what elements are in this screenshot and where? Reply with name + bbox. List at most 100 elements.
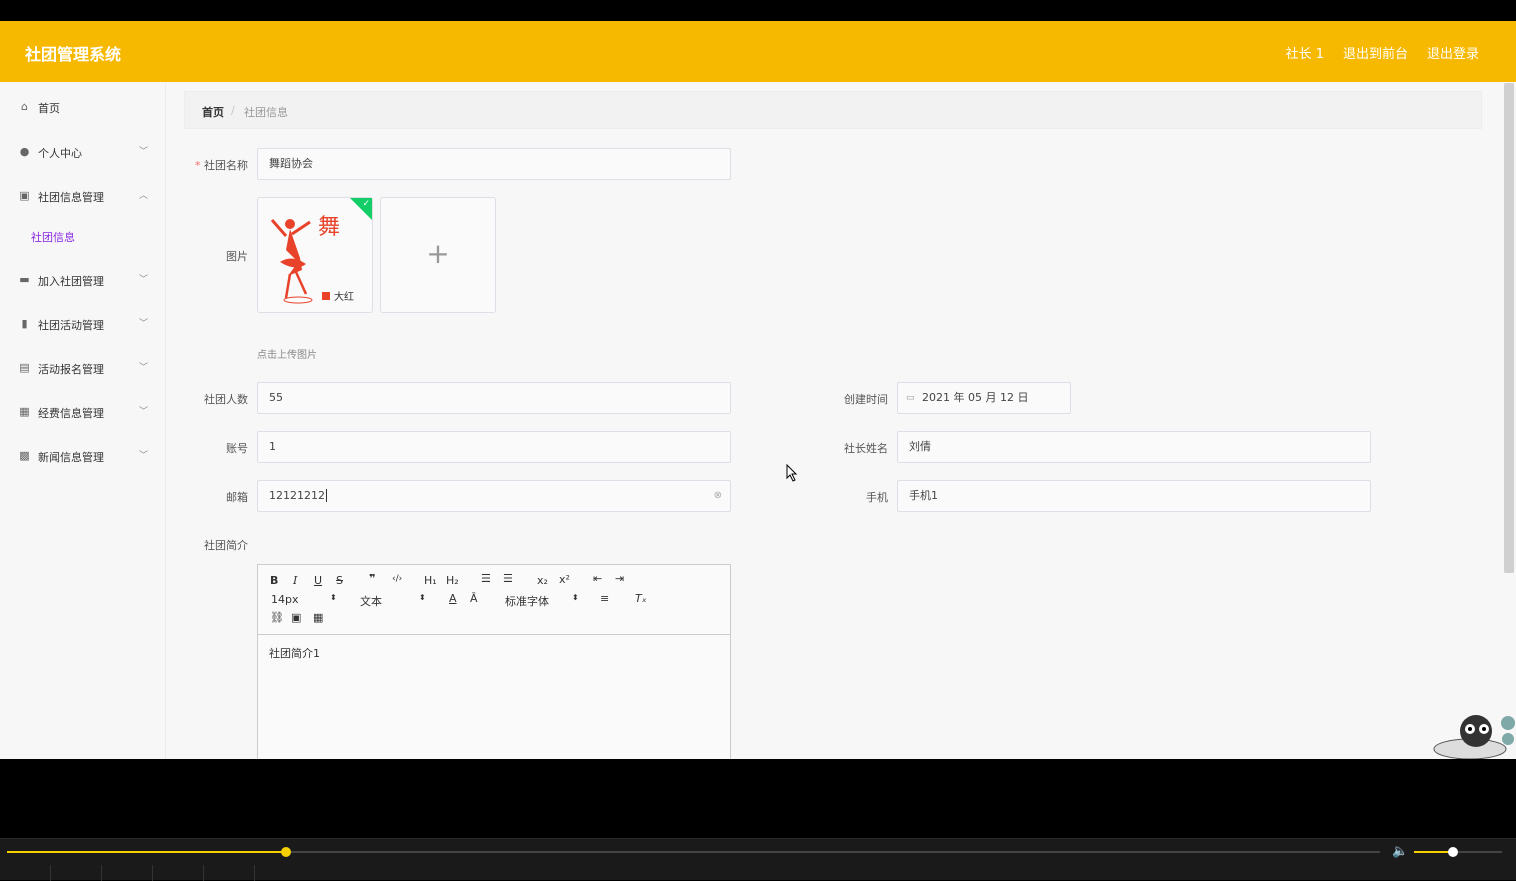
mascot-image bbox=[1433, 715, 1515, 759]
sidebar-item-news[interactable]: ▩ 新闻信息管理 ﹀ bbox=[0, 441, 166, 471]
monitor-icon: ▬ bbox=[19, 273, 30, 286]
bold-icon[interactable]: B bbox=[270, 574, 278, 587]
upload-add-button[interactable]: + bbox=[380, 197, 496, 313]
sidebar-item-label: 首页 bbox=[38, 102, 60, 115]
chevron-down-icon: ﹀ bbox=[139, 451, 149, 461]
h1-icon[interactable]: H₁ bbox=[424, 574, 437, 587]
background-color-icon[interactable]: Ā bbox=[470, 592, 478, 605]
align-icon[interactable]: ≡ bbox=[600, 592, 609, 605]
chevron-down-icon: ﹀ bbox=[139, 275, 149, 285]
created-label: 创建时间 bbox=[844, 393, 888, 406]
phone-input[interactable]: 手机1 bbox=[897, 480, 1371, 512]
seek-progress bbox=[7, 851, 286, 853]
leader-input[interactable]: 刘倩 bbox=[897, 431, 1371, 463]
indent-icon[interactable]: ⇥ bbox=[615, 572, 624, 585]
email-input[interactable]: 12121212 ⊗ bbox=[257, 480, 731, 512]
h2-icon[interactable]: H₂ bbox=[446, 574, 459, 587]
video-icon[interactable]: ▦ bbox=[313, 611, 323, 624]
chevron-updown-icon: ⬍ bbox=[572, 593, 579, 602]
chevron-updown-icon: ⬍ bbox=[419, 593, 426, 602]
members-input[interactable]: 55 bbox=[257, 382, 731, 414]
logout-link[interactable]: 退出登录 bbox=[1427, 43, 1479, 62]
chevron-up-icon: ︿ bbox=[139, 191, 149, 201]
italic-icon[interactable]: I bbox=[293, 574, 297, 587]
control-slot[interactable] bbox=[153, 865, 204, 881]
breadcrumb: 首页 / 社团信息 bbox=[184, 91, 1482, 129]
control-slot[interactable] bbox=[0, 865, 51, 881]
chevron-down-icon: ﹀ bbox=[139, 407, 149, 417]
chevron-down-icon: ﹀ bbox=[139, 147, 149, 157]
font-size-select[interactable]: 14px bbox=[271, 593, 299, 606]
clear-format-icon[interactable]: Tₓ bbox=[635, 592, 647, 605]
sidebar-item-profile[interactable]: ● 个人中心 ﹀ bbox=[0, 137, 166, 167]
breadcrumb-current: 社团信息 bbox=[244, 106, 288, 119]
chevron-down-icon: ﹀ bbox=[139, 363, 149, 373]
grid-icon: ▩ bbox=[19, 449, 30, 462]
strike-icon[interactable]: S bbox=[336, 574, 343, 587]
volume-slider[interactable] bbox=[1414, 847, 1502, 857]
editor-content[interactable]: 社团简介1 bbox=[269, 645, 320, 661]
sidebar-item-activity[interactable]: ▮ 社团活动管理 ﹀ bbox=[0, 309, 166, 339]
calendar-icon: ▭ bbox=[906, 393, 915, 403]
mouse-cursor-icon bbox=[786, 464, 798, 482]
frontend-link[interactable]: 退出到前台 bbox=[1343, 43, 1408, 62]
ordered-list-icon[interactable]: ☰ bbox=[481, 572, 491, 585]
breadcrumb-home[interactable]: 首页 bbox=[202, 104, 224, 120]
breadcrumb-separator: / bbox=[231, 104, 235, 117]
thumb-caption: 大红 bbox=[334, 290, 354, 303]
account-input[interactable]: 1 bbox=[257, 431, 731, 463]
sidebar-item-label: 加入社团管理 bbox=[38, 275, 104, 288]
control-slot[interactable] bbox=[102, 865, 153, 881]
top-bar: 社团管理系统 社长 1 退出到前台 退出登录 bbox=[0, 21, 1516, 82]
user-link[interactable]: 社长 1 bbox=[1286, 43, 1324, 62]
player-controls-row bbox=[0, 865, 1516, 881]
created-date-input[interactable]: ▭ 2021 年 05 月 12 日 bbox=[897, 382, 1071, 414]
phone-label: 手机 bbox=[866, 491, 888, 504]
outdent-icon[interactable]: ⇤ bbox=[593, 572, 602, 585]
clear-icon[interactable]: ⊗ bbox=[714, 481, 722, 511]
thumb-brand-text: 舞 bbox=[318, 215, 340, 240]
account-label: 账号 bbox=[226, 442, 248, 455]
seek-handle[interactable] bbox=[280, 847, 291, 857]
created-date-value: 2021 年 05 月 12 日 bbox=[922, 391, 1029, 404]
club-form: * 社团名称 舞蹈协会 图片 舞 大红 ✓ + 点击上传图片 社团人数 55 创… bbox=[184, 139, 1482, 759]
volume-level bbox=[1414, 851, 1453, 853]
subscript-icon[interactable]: x₂ bbox=[537, 574, 548, 587]
sidebar-item-funding[interactable]: ▦ 经费信息管理 ﹀ bbox=[0, 397, 166, 427]
page-scrollbar[interactable] bbox=[1504, 83, 1514, 573]
bar-chart-icon: ▮ bbox=[21, 317, 28, 330]
sidebar-item-label: 活动报名管理 bbox=[38, 363, 104, 376]
link-icon[interactable]: ⛓ bbox=[270, 611, 284, 624]
image-icon[interactable]: ▣ bbox=[291, 611, 301, 624]
sidebar-item-home[interactable]: ⌂ 首页 bbox=[0, 92, 166, 122]
sidebar-item-label: 新闻信息管理 bbox=[38, 451, 104, 464]
block-type-select[interactable]: 文本 bbox=[360, 593, 382, 609]
sidebar-item-label: 社团信息管理 bbox=[38, 191, 104, 204]
font-family-select[interactable]: 标准字体 bbox=[505, 593, 549, 609]
leader-label: 社长姓名 bbox=[844, 442, 888, 455]
superscript-icon[interactable]: x² bbox=[559, 573, 570, 586]
sidebar-item-signup[interactable]: ▤ 活动报名管理 ﹀ bbox=[0, 353, 166, 383]
bullet-list-icon[interactable]: ☰ bbox=[503, 572, 513, 585]
sidebar-item-club-info[interactable]: ▣ 社团信息管理 ︿ bbox=[0, 181, 166, 211]
image-label: 图片 bbox=[226, 250, 248, 263]
email-value: 12121212 bbox=[269, 489, 325, 502]
control-slot[interactable] bbox=[51, 865, 102, 881]
underline-icon[interactable]: U bbox=[314, 574, 322, 587]
font-color-icon[interactable]: A bbox=[449, 592, 457, 605]
home-icon: ⌂ bbox=[21, 100, 28, 113]
main-content: 首页 / 社团信息 * 社团名称 舞蹈协会 图片 舞 大红 ✓ + 点击上传图片… bbox=[184, 91, 1484, 759]
user-icon: ● bbox=[19, 145, 30, 158]
volume-handle[interactable] bbox=[1447, 847, 1458, 857]
uploaded-image[interactable]: 舞 大红 ✓ bbox=[257, 197, 373, 313]
control-slot[interactable] bbox=[204, 865, 255, 881]
club-name-input[interactable]: 舞蹈协会 bbox=[257, 148, 731, 180]
seek-bar[interactable] bbox=[7, 847, 1380, 857]
rich-text-editor[interactable]: B I U S ❞ ‹/› H₁ H₂ ☰ ☰ x₂ x² ⇤ ⇥ 14px ⬍ bbox=[257, 564, 731, 759]
top-links: 社长 1 退出到前台 退出登录 bbox=[1286, 43, 1479, 62]
code-icon[interactable]: ‹/› bbox=[392, 574, 402, 584]
quote-icon[interactable]: ❞ bbox=[369, 572, 375, 585]
submenu-item-club-info[interactable]: 社团信息 bbox=[31, 229, 151, 245]
volume-icon[interactable]: 🔈 bbox=[1392, 844, 1408, 859]
sidebar-item-join[interactable]: ▬ 加入社团管理 ﹀ bbox=[0, 265, 166, 295]
